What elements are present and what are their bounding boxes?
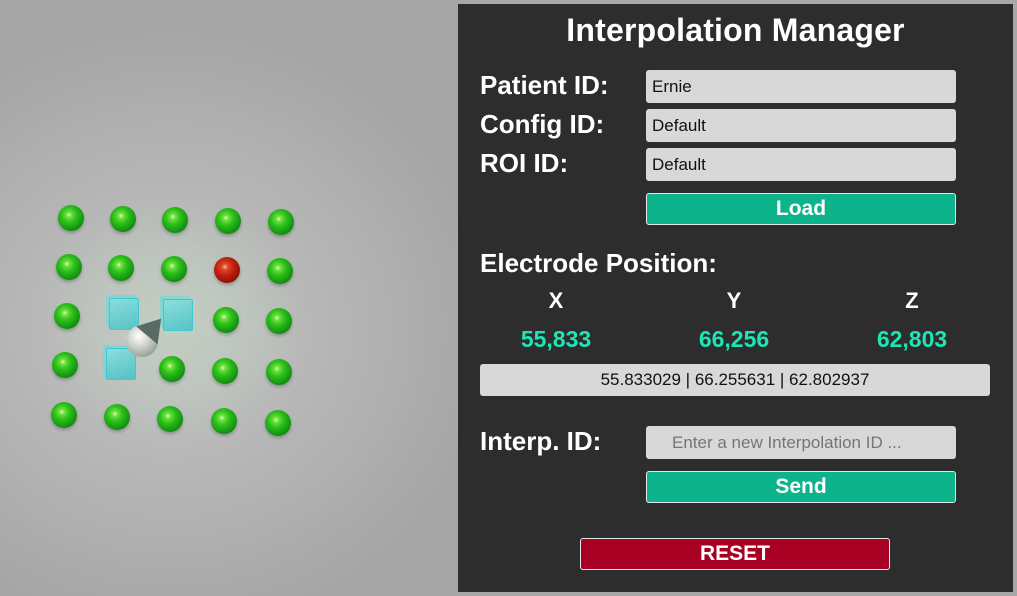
electrode[interactable]: [267, 258, 293, 284]
3d-viewport[interactable]: [0, 0, 458, 596]
coord-x-value: 55,833: [520, 326, 592, 352]
electrode[interactable]: [215, 208, 241, 234]
config-id-label: Config ID:: [480, 109, 605, 139]
electrode[interactable]: [159, 356, 185, 382]
electrode[interactable]: [54, 303, 80, 329]
interpolation-panel: Interpolation Manager Patient ID: Config…: [458, 4, 1013, 592]
electrode[interactable]: [213, 307, 239, 333]
electrode[interactable]: [108, 255, 134, 281]
electrode[interactable]: [212, 358, 238, 384]
patient-id-label: Patient ID:: [480, 70, 609, 100]
electrode-position-label: Electrode Position:: [480, 248, 717, 278]
axis-y-label: Y: [726, 288, 742, 313]
reset-button[interactable]: RESET: [580, 538, 890, 570]
roi-id-input[interactable]: [646, 148, 956, 181]
roi-id-label: ROI ID:: [480, 148, 569, 178]
load-button[interactable]: Load: [646, 193, 956, 225]
electrode[interactable]: [211, 408, 237, 434]
axis-x-label: X: [548, 288, 564, 313]
electrode[interactable]: [162, 207, 188, 233]
electrode[interactable]: [58, 205, 84, 231]
electrode[interactable]: [268, 209, 294, 235]
patient-id-input[interactable]: [646, 70, 956, 103]
config-id-input[interactable]: [646, 109, 956, 142]
interp-id-input[interactable]: [646, 426, 956, 459]
send-button[interactable]: Send: [646, 471, 956, 503]
coord-z-value: 62,803: [876, 326, 948, 352]
electrode[interactable]: [265, 410, 291, 436]
electrode[interactable]: [266, 359, 292, 385]
electrode-selected[interactable]: [214, 257, 240, 283]
coord-y-value: 66,256: [698, 326, 770, 352]
coordinate-readout: 55.833029 | 66.255631 | 62.802937: [480, 364, 990, 396]
electrode[interactable]: [56, 254, 82, 280]
electrode[interactable]: [161, 256, 187, 282]
axis-z-label: Z: [905, 288, 919, 313]
electrode[interactable]: [266, 308, 292, 334]
panel-title: Interpolation Manager: [566, 12, 905, 48]
electrode[interactable]: [157, 406, 183, 432]
electrode[interactable]: [104, 404, 130, 430]
interp-id-label: Interp. ID:: [480, 426, 602, 456]
interpolation-cube: [109, 298, 139, 330]
electrode[interactable]: [51, 402, 77, 428]
electrode[interactable]: [52, 352, 78, 378]
electrode[interactable]: [110, 206, 136, 232]
